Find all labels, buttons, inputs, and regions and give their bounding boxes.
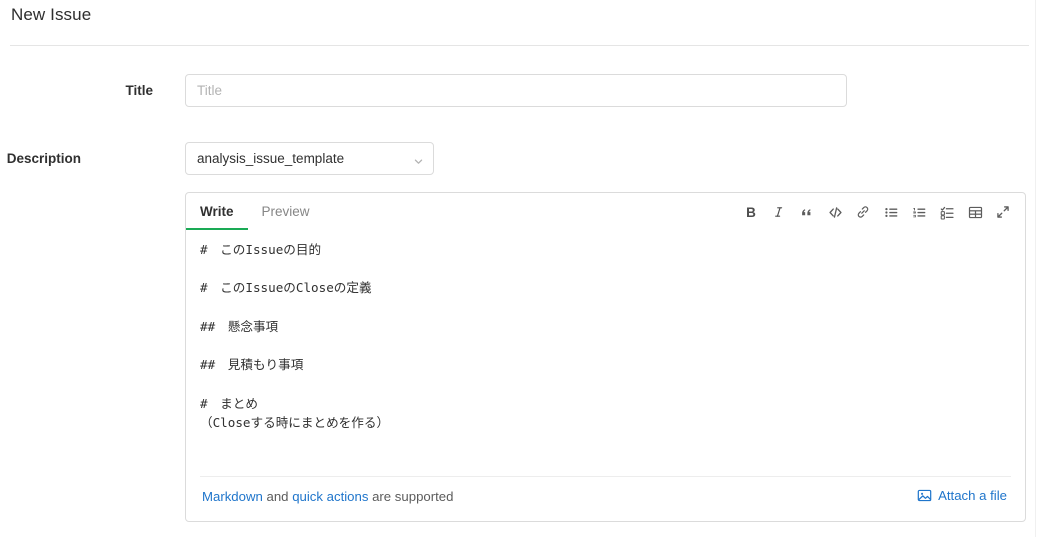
title-form-row: Title: [0, 74, 1039, 108]
bullet-list-icon[interactable]: [878, 199, 904, 225]
description-textarea[interactable]: [186, 233, 1025, 471]
code-icon[interactable]: [822, 199, 848, 225]
hint-supported-text: are supported: [368, 489, 454, 504]
title-label: Title: [125, 83, 153, 98]
markdown-support-hint: Markdown and quick actions are supported: [202, 489, 453, 504]
italic-icon[interactable]: [766, 199, 792, 225]
tab-write[interactable]: Write: [186, 193, 248, 230]
quick-actions-link[interactable]: quick actions: [292, 489, 368, 504]
editor-header: Write Preview B: [186, 193, 1025, 233]
editor-footer: Markdown and quick actions are supported…: [186, 477, 1025, 521]
fullscreen-icon[interactable]: [990, 199, 1016, 225]
attach-a-file-label: Attach a file: [938, 488, 1007, 503]
page-title: New Issue: [11, 5, 92, 24]
image-file-icon: [917, 488, 932, 503]
description-label: Description: [6, 151, 81, 166]
editor-body: [186, 233, 1025, 471]
description-form-row: Description analysis_issue_template: [0, 142, 1039, 176]
header-divider: [10, 45, 1029, 46]
page-right-edge: [1035, 0, 1036, 537]
issue-template-select[interactable]: analysis_issue_template: [185, 142, 434, 175]
bold-icon[interactable]: B: [738, 199, 764, 225]
editor-tabs: Write Preview: [186, 193, 324, 230]
page-header: New Issue: [0, 0, 1039, 39]
tab-preview[interactable]: Preview: [248, 193, 324, 229]
link-icon[interactable]: [850, 199, 876, 225]
table-icon[interactable]: [962, 199, 988, 225]
hint-and-text: and: [262, 489, 293, 504]
title-input[interactable]: [185, 74, 847, 107]
issue-template-selected-value: analysis_issue_template: [197, 151, 345, 166]
markdown-link[interactable]: Markdown: [202, 489, 263, 504]
task-list-icon[interactable]: [934, 199, 960, 225]
quote-icon[interactable]: [794, 199, 820, 225]
attach-a-file-button[interactable]: Attach a file: [917, 488, 1007, 503]
numbered-list-icon[interactable]: [906, 199, 932, 225]
chevron-down-icon: [413, 154, 424, 165]
description-editor: Write Preview B # このIssueの目的 # このIssueのC…: [185, 192, 1026, 522]
markdown-toolbar: B: [737, 199, 1017, 225]
